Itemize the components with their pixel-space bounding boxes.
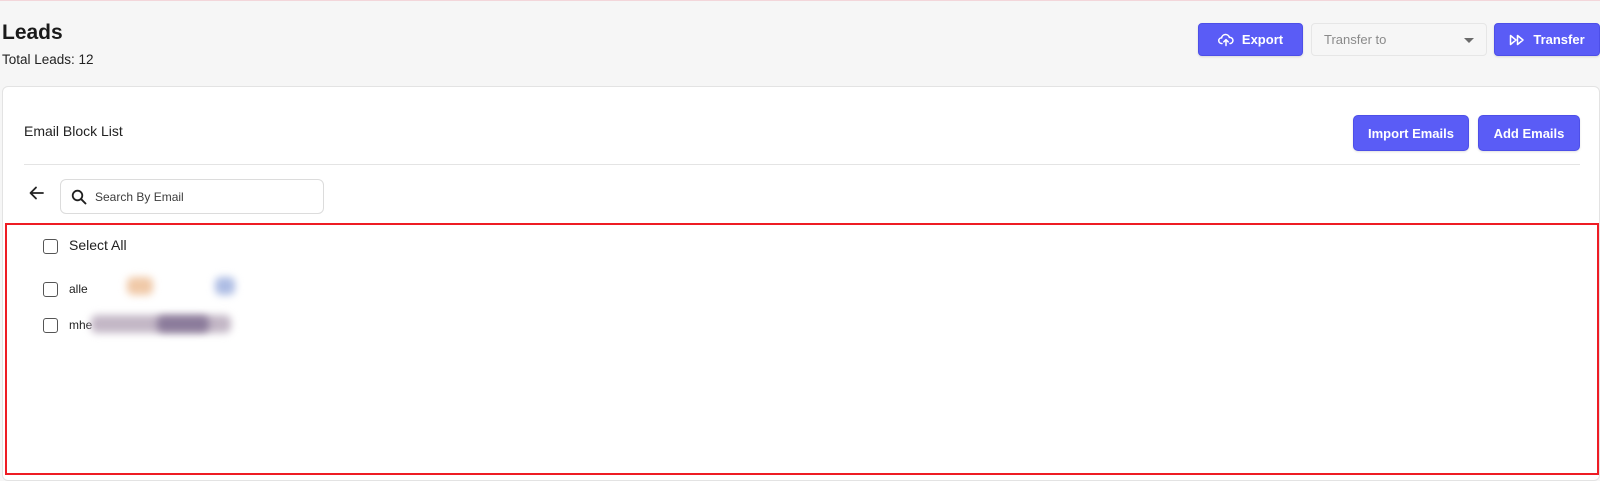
transfer-to-select[interactable]: Transfer to bbox=[1311, 23, 1487, 56]
email-row-label: alle bbox=[69, 282, 88, 296]
export-button-label: Export bbox=[1241, 32, 1284, 47]
total-leads-count: Total Leads: 12 bbox=[2, 52, 94, 67]
redacted-email bbox=[215, 277, 235, 295]
transfer-button-label: Transfer bbox=[1533, 32, 1585, 47]
transfer-to-value: Transfer to bbox=[1324, 32, 1387, 47]
redacted-email bbox=[127, 277, 153, 295]
email-block-list-card: Email Block List Import Emails Add Email… bbox=[2, 86, 1600, 481]
email-row-label: mhe bbox=[69, 318, 93, 332]
card-title: Email Block List bbox=[24, 123, 123, 139]
add-emails-label: Add Emails bbox=[1493, 125, 1565, 141]
page-title: Leads bbox=[2, 21, 63, 44]
fast-forward-icon bbox=[1510, 34, 1525, 45]
cloud-upload-icon bbox=[1217, 33, 1234, 46]
email-row-checkbox[interactable] bbox=[43, 282, 58, 297]
search-input[interactable] bbox=[95, 187, 315, 207]
arrow-left-icon bbox=[29, 186, 44, 200]
back-button[interactable] bbox=[27, 183, 47, 203]
import-emails-label: Import Emails bbox=[1368, 125, 1454, 141]
email-list-panel: Select All alle mhe bbox=[5, 223, 1599, 475]
import-emails-button[interactable]: Import Emails bbox=[1353, 115, 1469, 151]
select-all-label: Select All bbox=[69, 237, 127, 253]
search-field[interactable] bbox=[60, 179, 324, 214]
redacted-email bbox=[157, 316, 209, 332]
export-button[interactable]: Export bbox=[1198, 23, 1303, 56]
card-divider bbox=[24, 164, 1580, 165]
select-all-checkbox[interactable] bbox=[43, 239, 58, 254]
chevron-down-icon bbox=[1464, 38, 1474, 43]
add-emails-button[interactable]: Add Emails bbox=[1478, 115, 1580, 151]
transfer-button[interactable]: Transfer bbox=[1494, 23, 1600, 56]
email-row-checkbox[interactable] bbox=[43, 318, 58, 333]
search-icon bbox=[71, 189, 87, 205]
page-header: Leads Total Leads: 12 Export Transfer to… bbox=[0, 0, 1600, 86]
